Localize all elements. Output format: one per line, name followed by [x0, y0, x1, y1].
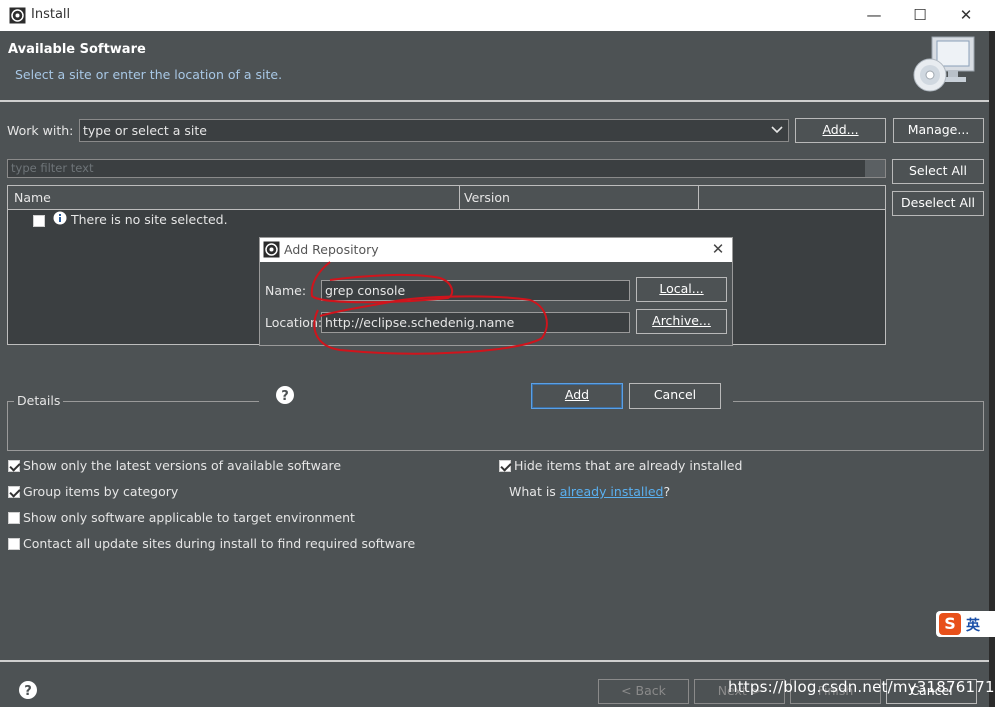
latest-versions-label[interactable]: Show only the latest versions of availab…: [23, 458, 341, 473]
group-by-category-checkbox[interactable]: [8, 486, 20, 498]
window-title-bar: Install — ☐ ✕: [0, 0, 995, 31]
target-env-label[interactable]: Show only software applicable to target …: [23, 510, 355, 525]
add-site-button[interactable]: Add...: [795, 118, 886, 143]
column-version[interactable]: Version: [464, 190, 510, 205]
group-by-category-label[interactable]: Group items by category: [23, 484, 178, 499]
work-with-label: Work with:: [7, 123, 74, 138]
red-annotation-circles: [310, 261, 548, 355]
eclipse-app-icon: [263, 241, 280, 258]
minimize-button[interactable]: —: [851, 2, 897, 28]
select-all-button[interactable]: Select All: [892, 159, 984, 184]
dialog-add-button[interactable]: Add: [531, 383, 623, 409]
maximize-button[interactable]: ☐: [897, 2, 943, 28]
hide-installed-checkbox[interactable]: [499, 460, 511, 472]
back-button[interactable]: < Back: [598, 679, 689, 704]
dialog-title: Add Repository: [284, 242, 379, 257]
empty-row-message: There is no site selected.: [71, 212, 228, 227]
sogou-icon: S: [939, 613, 961, 635]
column-name[interactable]: Name: [14, 190, 51, 205]
window-title: Install: [31, 7, 71, 22]
local-button[interactable]: Local...: [636, 277, 727, 302]
deselect-all-button[interactable]: Deselect All: [892, 191, 984, 216]
page-title: Available Software: [8, 42, 146, 57]
column-divider[interactable]: [698, 186, 699, 210]
footer-separator: [0, 660, 989, 662]
archive-button[interactable]: Archive...: [636, 309, 727, 334]
help-icon[interactable]: ?: [18, 680, 38, 700]
info-icon: [53, 211, 67, 225]
wizard-header: Available Software Select a site or ente…: [0, 31, 989, 101]
help-icon[interactable]: ?: [275, 385, 295, 405]
filter-input[interactable]: type filter text: [7, 159, 886, 178]
dialog-close-button[interactable]: ✕: [708, 239, 728, 259]
close-button[interactable]: ✕: [943, 2, 989, 28]
dialog-cancel-button[interactable]: Cancel: [629, 383, 721, 409]
hide-installed-label[interactable]: Hide items that are already installed: [514, 458, 742, 473]
eclipse-app-icon: [9, 7, 26, 24]
svg-text:?: ?: [281, 389, 289, 404]
contact-sites-checkbox[interactable]: [8, 538, 20, 550]
what-is-installed: What is already installed?: [509, 484, 671, 499]
work-with-combo[interactable]: type or select a site: [79, 119, 789, 142]
already-installed-link[interactable]: already installed: [560, 484, 664, 499]
watermark-text: https://blog.csdn.net/my3187617174: [728, 678, 995, 696]
dialog-title-bar: Add Repository ✕: [260, 238, 732, 262]
background-window-edge: [989, 31, 995, 707]
ime-lang-label: 英: [966, 618, 980, 634]
target-env-checkbox[interactable]: [8, 512, 20, 524]
contact-sites-label[interactable]: Contact all update sites during install …: [23, 536, 415, 551]
chevron-down-icon[interactable]: [770, 125, 784, 135]
column-divider[interactable]: [459, 186, 460, 210]
table-header: Name Version: [8, 186, 885, 210]
row-checkbox[interactable]: [33, 215, 45, 227]
latest-versions-checkbox[interactable]: [8, 460, 20, 472]
manage-button[interactable]: Manage...: [893, 118, 984, 143]
details-label: Details: [14, 393, 64, 408]
work-with-value: type or select a site: [83, 123, 207, 138]
install-cd-icon: [913, 36, 975, 92]
filter-clear-area: [865, 160, 885, 177]
svg-text:?: ?: [24, 684, 32, 699]
header-separator: [0, 100, 989, 102]
page-subtitle: Select a site or enter the location of a…: [15, 67, 283, 82]
ime-indicator[interactable]: S 英: [936, 611, 995, 637]
filter-placeholder: type filter text: [11, 161, 94, 175]
